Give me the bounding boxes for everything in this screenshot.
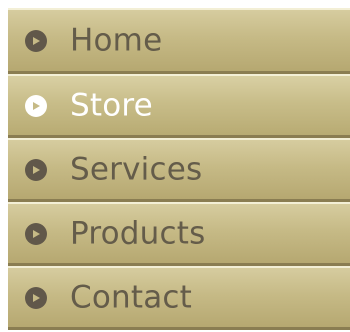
menu-item-label: Services (70, 150, 203, 187)
play-circle-icon (25, 286, 47, 309)
menu-item-services[interactable]: Services (8, 138, 350, 202)
play-circle-icon (25, 222, 47, 245)
menu-item-products[interactable]: Products (8, 202, 350, 266)
menu-item-contact[interactable]: Contact (8, 266, 350, 330)
menu-item-home[interactable]: Home (8, 8, 350, 74)
menu-item-label: Products (70, 214, 206, 251)
menu-item-label: Home (70, 21, 163, 58)
menu-item-label: Contact (70, 278, 193, 315)
navigation-menu: Home Store Services Products Contact (8, 8, 350, 332)
play-circle-icon (25, 94, 47, 117)
menu-item-store[interactable]: Store (8, 74, 350, 138)
play-circle-icon (25, 158, 47, 181)
play-circle-icon (25, 29, 47, 52)
menu-item-label: Store (70, 86, 153, 123)
